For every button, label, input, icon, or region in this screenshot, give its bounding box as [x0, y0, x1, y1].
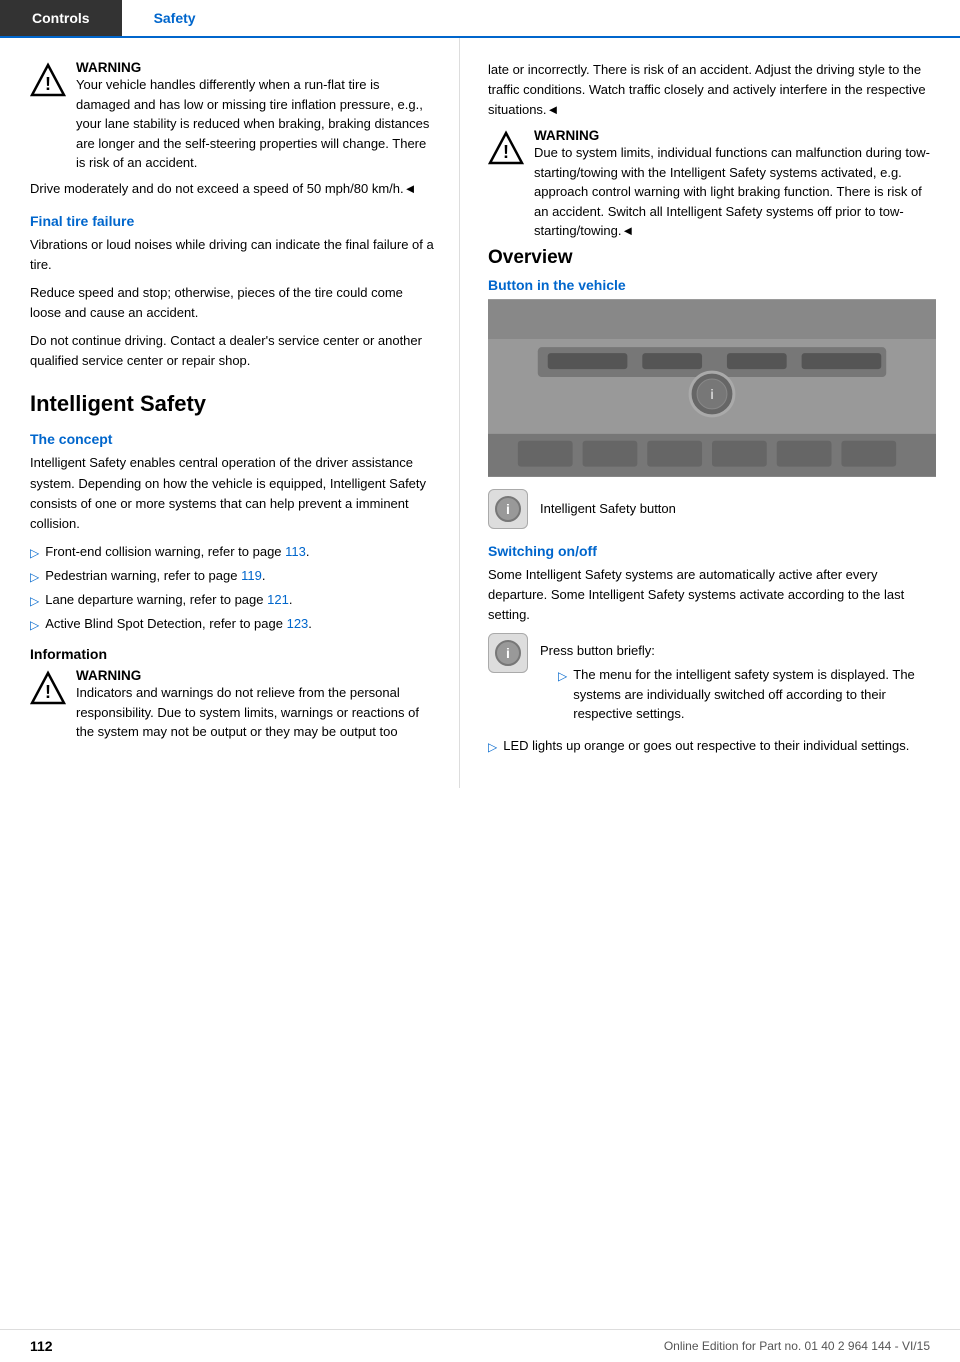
final-tire-p1: Vibrations or loud noises while driving … — [30, 235, 435, 275]
led-bullet-text: LED lights up orange or goes out respect… — [503, 736, 909, 756]
switching-heading: Switching on/off — [488, 543, 936, 559]
warning-triangle-icon-3: ! — [488, 130, 524, 166]
left-column: ! WARNING Your vehicle handles different… — [0, 38, 460, 788]
warning-block-1: ! WARNING Your vehicle handles different… — [30, 60, 435, 173]
main-content: ! WARNING Your vehicle handles different… — [0, 38, 960, 788]
vehicle-image-inner: i — [488, 299, 936, 477]
overview-heading: Overview — [488, 247, 936, 269]
link-123[interactable]: 123 — [287, 616, 309, 631]
bullet-list: ▷ Front-end collision warning, refer to … — [30, 542, 435, 634]
page-header: Controls Safety — [0, 0, 960, 38]
bullet-arrow-icon: ▷ — [30, 544, 39, 562]
warning-3-content: WARNING Due to system limits, individual… — [534, 128, 936, 241]
section-final-tire-heading: Final tire failure — [30, 213, 435, 229]
press-button-text: Press button briefly: — [540, 643, 655, 658]
warning-triangle-icon-2: ! — [30, 670, 66, 706]
page-footer: 112 Online Edition for Part no. 01 40 2 … — [0, 1329, 960, 1362]
warning-triangle-icon-1: ! — [30, 62, 66, 98]
dashboard-svg: i — [488, 299, 936, 477]
icon-label-row: i Intelligent Safety button — [488, 489, 936, 529]
press-button-content: Press button briefly: ▷ The menu for the… — [540, 633, 936, 728]
list-item: ▷ Active Blind Spot Detection, refer to … — [30, 614, 435, 634]
warning-block-3: ! WARNING Due to system limits, individu… — [488, 128, 936, 241]
warning-2-title: WARNING — [76, 668, 435, 683]
bullet-arrow-icon: ▷ — [30, 616, 39, 634]
warning-1-title: WARNING — [76, 60, 435, 75]
warning-1-text: Your vehicle handles differently when a … — [76, 75, 435, 173]
list-item: ▷ Front-end collision warning, refer to … — [30, 542, 435, 562]
final-tire-p2: Reduce speed and stop; otherwise, pieces… — [30, 283, 435, 323]
vehicle-image: i — [488, 299, 936, 477]
press-button-icon: i — [488, 633, 528, 673]
page-number: 112 — [30, 1338, 53, 1354]
list-item: ▷ Pedestrian warning, refer to page 119. — [30, 566, 435, 586]
svg-text:i: i — [710, 386, 714, 402]
svg-text:!: ! — [45, 682, 51, 702]
main-heading-intelligent-safety: Intelligent Safety — [30, 391, 435, 417]
bullet-arrow-icon: ▷ — [558, 667, 567, 685]
press-button-icon-inner: i — [495, 640, 521, 666]
intelligent-safety-icon-letter: i — [506, 501, 510, 517]
link-119[interactable]: 119 — [241, 568, 262, 583]
intelligent-safety-icon: i — [488, 489, 528, 529]
bullet-arrow-icon: ▷ — [488, 738, 497, 756]
footer-copyright: Online Edition for Part no. 01 40 2 964 … — [664, 1339, 930, 1353]
tab-controls[interactable]: Controls — [0, 0, 122, 36]
intelligent-safety-icon-inner: i — [495, 496, 521, 522]
icon-label-text: Intelligent Safety button — [540, 489, 676, 519]
press-button-icon-letter: i — [506, 645, 510, 661]
warning-2-content: WARNING Indicators and warnings do not r… — [76, 668, 435, 742]
section-concept-heading: The concept — [30, 431, 435, 447]
info-heading: Information — [30, 646, 435, 662]
bullet-arrow-icon: ▷ — [30, 592, 39, 610]
warning-3-text: Due to system limits, individual functio… — [534, 143, 936, 241]
sub-bullet-list: ▷ The menu for the intelligent safety sy… — [558, 665, 936, 724]
right-column: late or incorrectly. There is risk of an… — [460, 38, 960, 788]
warning-3-title: WARNING — [534, 128, 936, 143]
link-113[interactable]: 113 — [285, 544, 306, 559]
warning-2-text: Indicators and warnings do not relieve f… — [76, 683, 435, 742]
svg-text:!: ! — [45, 74, 51, 94]
list-item: ▷ The menu for the intelligent safety sy… — [558, 665, 936, 724]
button-in-vehicle-heading: Button in the vehicle — [488, 277, 936, 293]
concept-p1: Intelligent Safety enables central opera… — [30, 453, 435, 534]
final-tire-p3: Do not continue driving. Contact a deale… — [30, 331, 435, 371]
link-121[interactable]: 121 — [267, 592, 289, 607]
warning-1-text2: Drive moderately and do not exceed a spe… — [30, 179, 435, 199]
sub-bullet-1-text: The menu for the intelligent safety syst… — [573, 665, 936, 724]
svg-text:!: ! — [503, 142, 509, 162]
list-item: ▷ LED lights up orange or goes out respe… — [488, 736, 936, 756]
led-bullet-list: ▷ LED lights up orange or goes out respe… — [488, 736, 936, 756]
switching-section: Switching on/off Some Intelligent Safety… — [488, 543, 936, 756]
warning-block-2: ! WARNING Indicators and warnings do not… — [30, 668, 435, 742]
tab-safety[interactable]: Safety — [122, 0, 228, 36]
press-button-row: i Press button briefly: ▷ The menu for t… — [488, 633, 936, 728]
list-item: ▷ Lane departure warning, refer to page … — [30, 590, 435, 610]
switching-p1: Some Intelligent Safety systems are auto… — [488, 565, 936, 625]
warning-1-content: WARNING Your vehicle handles differently… — [76, 60, 435, 173]
continued-text: late or incorrectly. There is risk of an… — [488, 60, 936, 120]
bullet-arrow-icon: ▷ — [30, 568, 39, 586]
